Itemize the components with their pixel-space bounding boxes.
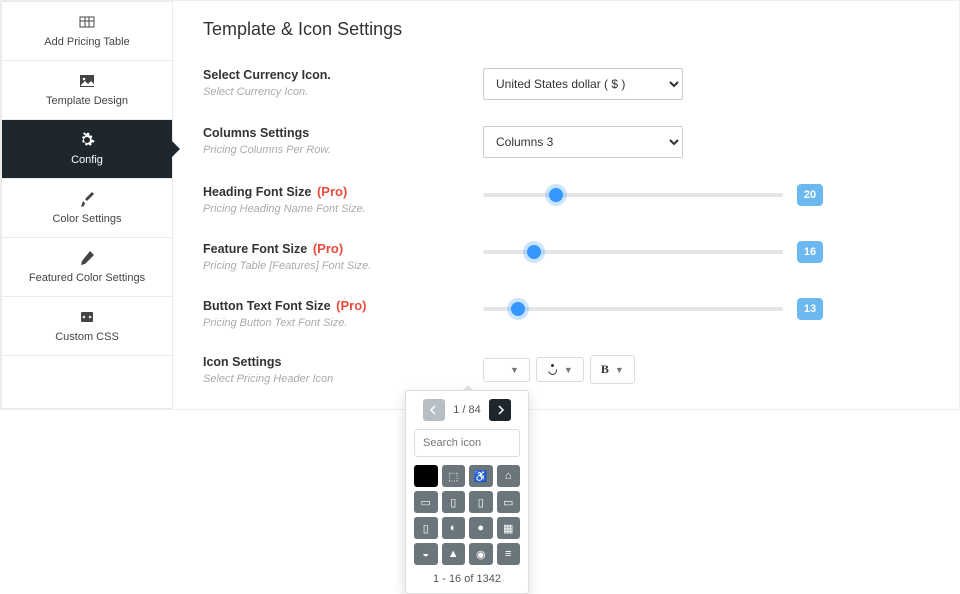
pencil-icon	[79, 250, 95, 266]
sidebar-item-template-design[interactable]: Template Design	[2, 61, 172, 120]
page-title: Template & Icon Settings	[203, 19, 929, 40]
accessibility-icon	[547, 364, 558, 375]
icon-picker-trigger-3[interactable]: B▼	[590, 355, 635, 384]
heading-font-slider[interactable]	[483, 193, 783, 197]
icon-cell[interactable]: ≡	[497, 543, 521, 565]
heading-font-label: Heading Font Size	[203, 185, 311, 199]
icon-settings-hint: Select Pricing Header Icon	[203, 373, 467, 385]
icon-cell[interactable]: ◉	[469, 543, 493, 565]
icon-cell[interactable]: ⬚	[442, 465, 466, 487]
button-font-value: 13	[797, 298, 823, 320]
pro-badge: (Pro)	[317, 184, 347, 199]
icon-cell[interactable]: ♿	[469, 465, 493, 487]
feature-font-label: Feature Font Size	[203, 242, 307, 256]
button-font-slider[interactable]	[483, 307, 783, 311]
sidebar-item-custom-css[interactable]: Custom CSS	[2, 297, 172, 356]
pager-text: 1 / 84	[453, 404, 481, 416]
code-icon	[79, 309, 95, 325]
feature-font-slider[interactable]	[483, 250, 783, 254]
icon-cell[interactable]: ◒	[414, 543, 438, 565]
table-icon	[79, 14, 95, 30]
sidebar-item-label: Featured Color Settings	[29, 272, 145, 284]
icon-cell[interactable]: ▦	[497, 517, 521, 539]
icon-grid: ⬚ ♿ ⌂ ▭ ▯ ▯ ▭ ▯ ◐ ● ▦ ◒ ▲ ◉ ≡	[414, 465, 520, 565]
columns-hint: Pricing Columns Per Row.	[203, 144, 467, 156]
sidebar: Add Pricing Table Template Design Config…	[1, 1, 173, 409]
icon-cell[interactable]: ▭	[414, 491, 438, 513]
sidebar-item-featured-color-settings[interactable]: Featured Color Settings	[2, 238, 172, 297]
gear-icon	[79, 132, 95, 148]
sidebar-item-label: Add Pricing Table	[44, 36, 129, 48]
main-panel: Template & Icon Settings Select Currency…	[173, 1, 959, 409]
heading-font-hint: Pricing Heading Name Font Size.	[203, 203, 467, 215]
icon-range-info: 1 - 16 of 1342	[414, 573, 520, 585]
button-font-label: Button Text Font Size	[203, 299, 331, 313]
caret-down-icon: ▼	[510, 365, 519, 375]
sidebar-item-label: Custom CSS	[55, 331, 119, 343]
sidebar-item-label: Config	[71, 154, 103, 166]
currency-label: Select Currency Icon.	[203, 68, 467, 82]
icon-cell[interactable]: ▯	[469, 491, 493, 513]
icon-cell[interactable]: ▭	[497, 491, 521, 513]
feature-font-hint: Pricing Table [Features] Font Size.	[203, 260, 467, 272]
image-icon	[79, 73, 95, 89]
icon-cell[interactable]	[414, 465, 438, 487]
sidebar-item-color-settings[interactable]: Color Settings	[2, 179, 172, 238]
pro-badge: (Pro)	[313, 241, 343, 256]
icon-cell[interactable]: ▯	[414, 517, 438, 539]
brush-icon	[79, 191, 95, 207]
sidebar-item-label: Color Settings	[52, 213, 121, 225]
icon-picker-trigger-2[interactable]: ▼	[536, 357, 584, 382]
caret-down-icon: ▼	[564, 365, 573, 375]
icon-cell[interactable]: ▲	[442, 543, 466, 565]
caret-down-icon: ▼	[615, 365, 624, 375]
pro-badge: (Pro)	[336, 298, 366, 313]
pager-next-button[interactable]	[489, 399, 511, 421]
button-font-hint: Pricing Button Text Font Size.	[203, 317, 467, 329]
bold-icon: B	[601, 362, 609, 377]
icon-settings-label: Icon Settings	[203, 355, 467, 369]
feature-font-value: 16	[797, 241, 823, 263]
heading-font-value: 20	[797, 184, 823, 206]
icon-cell[interactable]: ⌂	[497, 465, 521, 487]
pager-prev-button[interactable]	[423, 399, 445, 421]
sidebar-item-config[interactable]: Config	[2, 120, 172, 179]
sidebar-item-label: Template Design	[46, 95, 128, 107]
columns-label: Columns Settings	[203, 126, 467, 140]
currency-hint: Select Currency Icon.	[203, 86, 467, 98]
icon-cell[interactable]: ▯	[442, 491, 466, 513]
icon-cell[interactable]: ◐	[442, 517, 466, 539]
icon-picker-popup: 1 / 84 ⬚ ♿ ⌂ ▭ ▯ ▯ ▭ ▯ ◐ ● ▦ ◒ ▲ ◉ ≡ 1 -…	[405, 390, 529, 594]
sidebar-item-add-pricing-table[interactable]: Add Pricing Table	[2, 2, 172, 61]
icon-cell[interactable]: ●	[469, 517, 493, 539]
columns-select[interactable]: Columns 3	[483, 126, 683, 158]
currency-select[interactable]: United States dollar ( $ )	[483, 68, 683, 100]
icon-picker-trigger-1[interactable]: ▼	[483, 358, 530, 382]
icon-search-input[interactable]	[414, 429, 520, 457]
